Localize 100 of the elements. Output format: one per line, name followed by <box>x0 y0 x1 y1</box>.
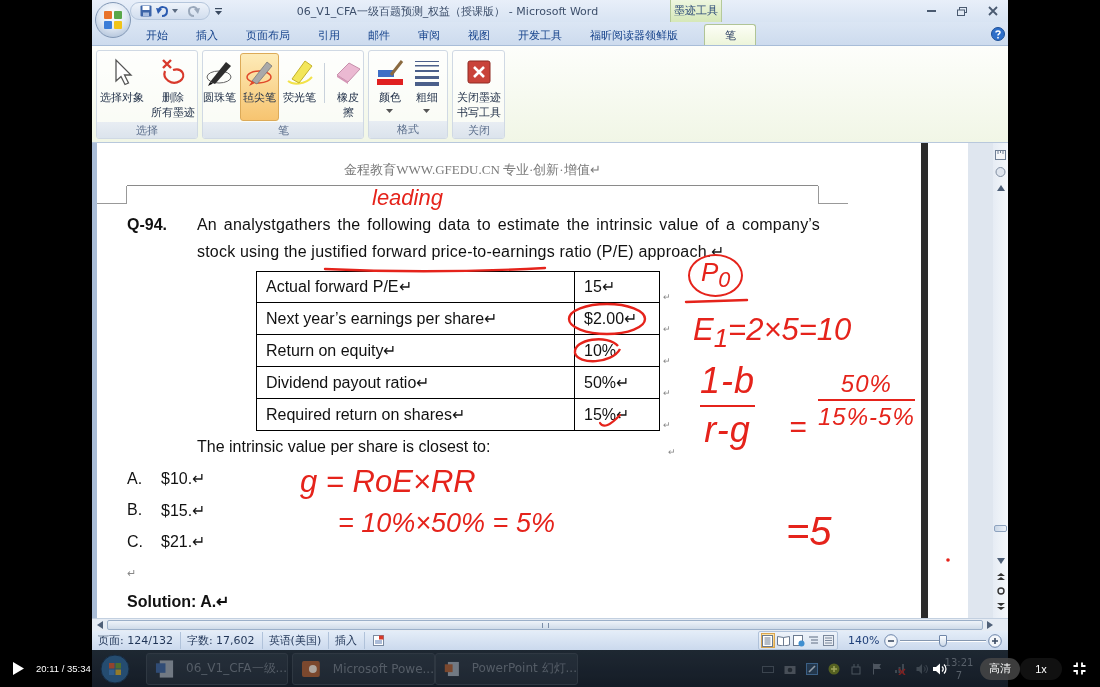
group-label: 笔 <box>203 122 363 138</box>
flag-logo-icon <box>100 653 130 684</box>
ribbon-button[interactable]: 粗细 <box>408 53 445 120</box>
ribbon-tab[interactable]: 笔 <box>704 24 756 45</box>
paragraph-mark: ↵ <box>127 566 136 580</box>
handwritten-note: leading <box>372 185 443 211</box>
exit-fullscreen-button[interactable] <box>1073 662 1086 675</box>
view-button[interactable] <box>821 633 835 648</box>
solution-text: Solution: A.↵ <box>127 592 230 611</box>
ribbon-tab[interactable]: 视图 <box>454 24 504 45</box>
document-icon <box>155 658 175 679</box>
option-letter: A. <box>127 469 144 488</box>
volume-icon <box>933 662 947 675</box>
circle-icon[interactable] <box>996 587 1005 595</box>
ribbon-button[interactable]: 删除 所有墨迹 <box>147 53 197 121</box>
table-cell: $2.00↵ <box>575 303 660 335</box>
left-arrow-icon[interactable] <box>97 621 103 629</box>
double-down-arrow-icon[interactable] <box>996 603 1005 610</box>
zoom-in-button[interactable] <box>988 633 1002 648</box>
insert-mode[interactable]: 插入 <box>329 632 366 649</box>
crop-mark <box>818 186 848 204</box>
table-cell: Dividend payout ratio↵ <box>256 367 575 399</box>
start-button[interactable] <box>100 653 130 684</box>
page-view-icon <box>762 634 774 647</box>
handwritten-note: g = RoE×RR <box>300 464 476 500</box>
play-button[interactable] <box>13 662 24 675</box>
web-view-icon <box>792 634 805 647</box>
ribbon-button[interactable]: 荧光笔 <box>280 53 319 121</box>
table-cell: Return on equity↵ <box>256 335 575 367</box>
ribbon-button[interactable]: 毡尖笔 <box>240 53 279 121</box>
ribbon-button[interactable]: 关闭墨迹 书写工具 <box>453 53 504 121</box>
ribbon-tab[interactable]: 开始 <box>132 24 182 45</box>
close-icon <box>988 6 998 16</box>
table-cell: Next year’s earnings per share↵ <box>256 303 575 335</box>
option-text: $10.↵ <box>161 469 206 489</box>
handwritten-fraction: 1-b r-g <box>700 358 756 454</box>
wrench-icon[interactable] <box>806 662 818 675</box>
down-arrow-icon[interactable] <box>996 558 1005 564</box>
ribbon-button[interactable]: 颜色 <box>371 53 408 120</box>
save-icon[interactable] <box>140 5 152 17</box>
paragraph-mark: ↵ <box>663 292 671 302</box>
zoom-level[interactable]: 140% <box>848 634 877 647</box>
right-arrow-icon[interactable] <box>987 621 993 629</box>
up-arrow-icon[interactable] <box>996 185 1005 191</box>
view-button[interactable] <box>775 633 791 648</box>
window-title: 06_V1_CFA一级百题预测_权益（授课版） - Microsoft Word <box>295 3 600 19</box>
word-count[interactable]: 字数: 17,602 <box>180 632 263 649</box>
ink-stroke <box>684 298 749 304</box>
page-count[interactable]: 页面: 124/132 <box>92 632 181 649</box>
scroll-thumb[interactable] <box>107 620 983 630</box>
language-status[interactable]: 英语(美国) <box>262 632 330 649</box>
handwritten-note: E$_{1}$=2×5=10 <box>693 312 852 354</box>
speed-button[interactable]: 1x <box>1020 657 1062 680</box>
question-prompt: The intrinsic value per share is closest to: <box>197 437 492 457</box>
customize-caret-icon[interactable] <box>215 7 222 15</box>
ribbon-tab[interactable]: 邮件 <box>354 24 404 45</box>
scroll-thumb[interactable] <box>994 525 1007 532</box>
handwritten-note: =5 <box>786 508 832 554</box>
ruler-icon[interactable] <box>995 150 1006 160</box>
option-letter: C. <box>127 532 144 551</box>
paragraph-mark: ↵ <box>663 324 671 334</box>
volume-button[interactable] <box>933 662 947 675</box>
ribbon-button[interactable]: 选择对象 <box>97 53 147 121</box>
caret-icon[interactable] <box>172 9 178 13</box>
minimize-icon <box>926 10 936 12</box>
plus-circle-icon[interactable] <box>828 662 840 675</box>
undo-icon[interactable] <box>156 5 168 17</box>
view-button[interactable] <box>791 633 806 648</box>
double-up-arrow-icon[interactable] <box>996 573 1005 580</box>
ribbon-button[interactable]: 圆珠笔 <box>203 53 239 121</box>
draft-view-icon <box>822 635 834 646</box>
horizontal-scrollbar[interactable] <box>92 618 1008 631</box>
flag-icon[interactable] <box>872 662 884 675</box>
ribbon-tab[interactable]: 开发工具 <box>504 24 576 45</box>
ribbon-tab[interactable]: 审阅 <box>404 24 454 45</box>
paint-brush-icon <box>374 57 405 87</box>
table-cell: 15↵ <box>575 271 660 303</box>
zoom-out-button[interactable] <box>884 633 898 648</box>
ribbon-tab[interactable]: 引用 <box>304 24 354 45</box>
outline-view-icon <box>808 635 819 646</box>
playback-time: 20:11 / 35:34 <box>36 663 91 674</box>
ribbon-button[interactable]: 橡皮 擦 <box>330 53 363 121</box>
handwritten-fraction: 50% 15%-5% <box>818 369 915 433</box>
table-cell: Actual forward P/E↵ <box>256 271 575 303</box>
page-header: 金程教育WWW.GFEDU.CN 专业·创新·增值↵ <box>344 162 601 177</box>
quality-button[interactable]: 高清 <box>980 657 1020 680</box>
vertical-scrollbar[interactable] <box>993 143 1008 618</box>
group-label: 格式 <box>369 121 447 138</box>
ribbon-tab[interactable]: 页面布局 <box>232 24 304 45</box>
option-letter: B. <box>127 501 144 520</box>
round-knob-icon[interactable] <box>995 167 1006 177</box>
minus-icon <box>884 633 898 648</box>
group-label: 关闭 <box>453 122 504 138</box>
book-view-icon <box>776 635 790 646</box>
ribbon-tab[interactable]: 插入 <box>182 24 232 45</box>
sheet-icon[interactable] <box>373 635 385 646</box>
slider-thumb[interactable] <box>939 634 947 647</box>
help-icon[interactable] <box>991 26 1005 41</box>
view-button[interactable] <box>761 633 775 648</box>
ribbon-tab[interactable]: 福昕阅读器领鲜版 <box>576 24 692 45</box>
